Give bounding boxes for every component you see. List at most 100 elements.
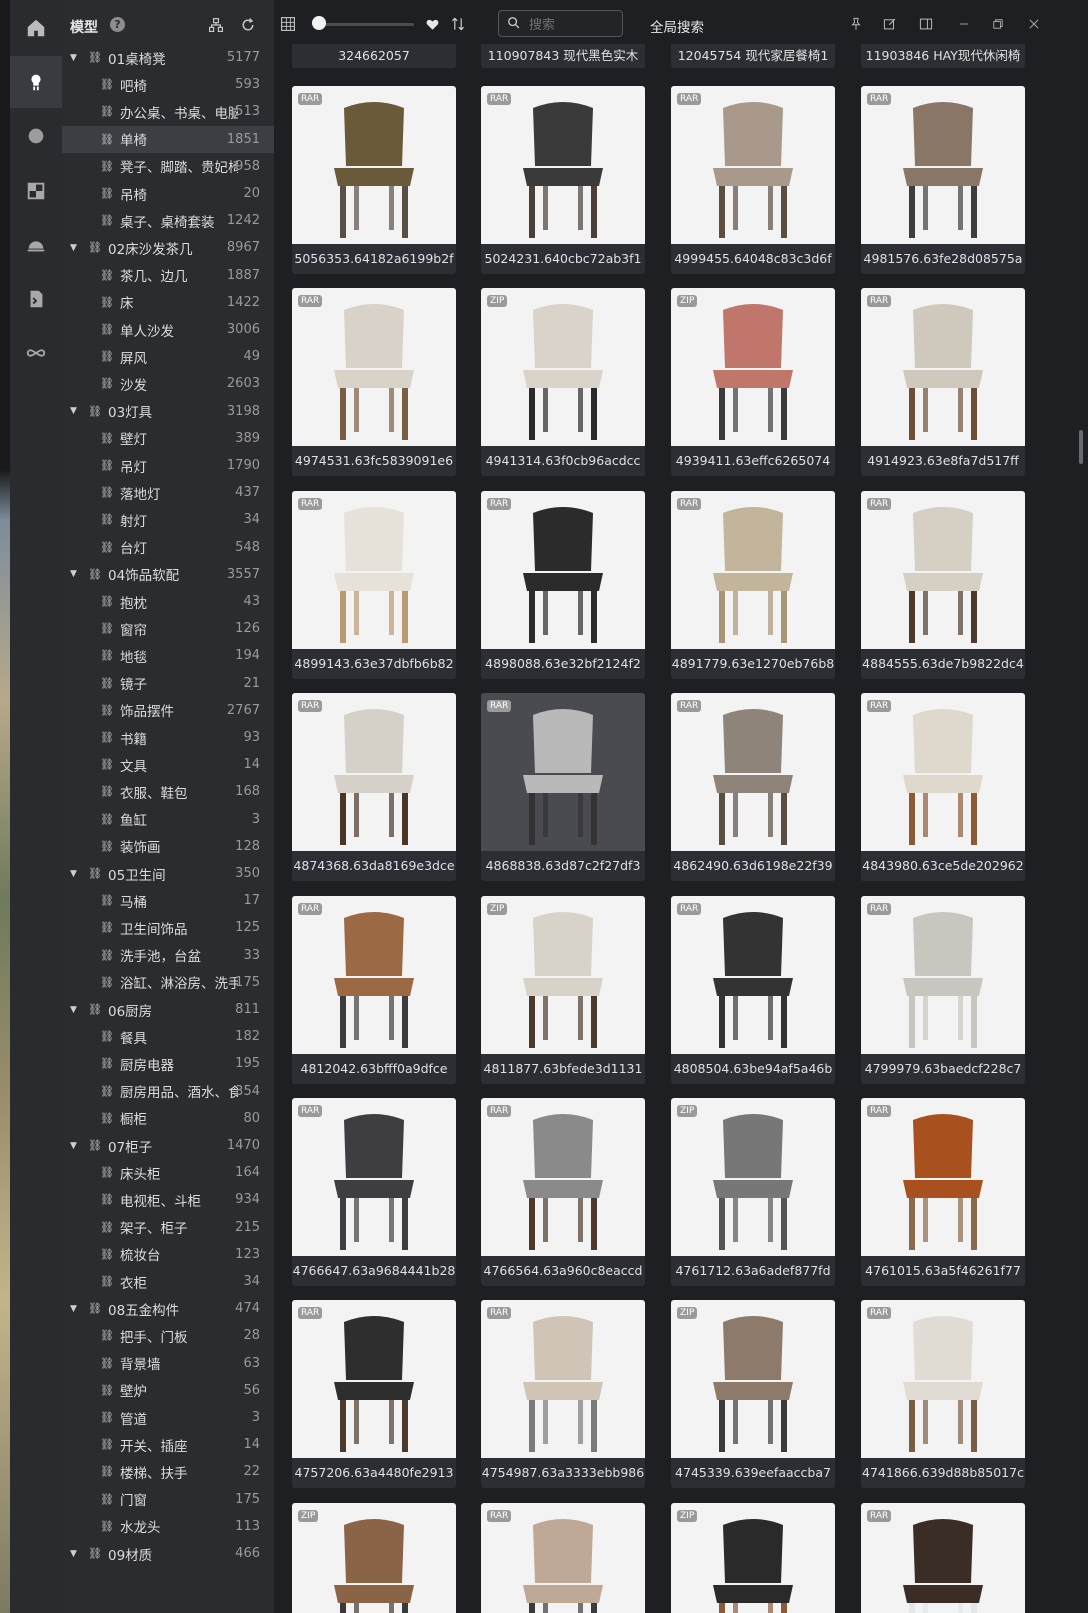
model-card[interactable]: RAR 4914923.63e8fa7d517ff — [861, 288, 1025, 477]
model-card[interactable]: ZIP — [292, 1502, 456, 1613]
model-thumbnail[interactable]: RAR — [481, 1098, 645, 1256]
scrollbar-thumb[interactable] — [1079, 430, 1083, 464]
model-card[interactable]: RAR 4799979.63baedcf228c7 — [861, 895, 1025, 1084]
model-thumbnail[interactable]: RAR — [481, 86, 645, 244]
model-thumbnail[interactable]: RAR — [292, 288, 456, 447]
tree-category[interactable]: ▼ ⛓ 08五金构件 474 — [62, 1295, 274, 1322]
model-card[interactable]: RAR 4761015.63a5f46261f77 — [861, 1098, 1025, 1286]
tree-category[interactable]: ▼ ⛓ 04饰品软配 3557 — [62, 561, 274, 588]
tree-subcategory[interactable]: ⛓ 单椅 1851 — [62, 125, 274, 153]
card-caption[interactable]: 12045754 现代家居餐椅1 — [671, 44, 835, 68]
tree-subcategory[interactable]: ⛓ 门窗 175 — [62, 1486, 274, 1513]
model-thumbnail[interactable]: RAR — [861, 693, 1025, 852]
model-card[interactable]: RAR 4843980.63ce5de202962 — [861, 693, 1025, 882]
tree-subcategory[interactable]: ⛓ 卫生间饰品 125 — [62, 914, 274, 941]
material-ball-icon[interactable] — [10, 110, 62, 162]
tree-subcategory[interactable]: ⛓ 梳妆台 123 — [62, 1241, 274, 1268]
tree-subcategory[interactable]: ⛓ 抱枕 43 — [62, 588, 274, 615]
chevron-down-icon[interactable]: ▼ — [70, 406, 77, 416]
tree-subcategory[interactable]: ⛓ 厨房电器 195 — [62, 1050, 274, 1077]
model-thumbnail[interactable]: ZIP — [481, 288, 645, 447]
maximize-icon[interactable] — [988, 14, 1008, 34]
tree-subcategory[interactable]: ⛓ 镜子 21 — [62, 670, 274, 697]
model-card[interactable]: ZIP 4939411.63effc6265074 — [671, 288, 835, 477]
model-thumbnail[interactable]: RAR — [671, 895, 835, 1054]
tree-subcategory[interactable]: ⛓ 桌子、桌椅套装 1242 — [62, 207, 274, 234]
tree-subcategory[interactable]: ⛓ 单人沙发 3006 — [62, 316, 274, 343]
chevron-down-icon[interactable]: ▼ — [70, 1141, 77, 1151]
model-card[interactable]: RAR 4884555.63de7b9822dc4 — [861, 490, 1025, 679]
home-icon[interactable] — [10, 2, 62, 54]
tree-subcategory[interactable]: ⛓ 电视柜、斗柜 934 — [62, 1186, 274, 1213]
model-card[interactable]: RAR 5024231.640cbc72ab3f1 — [481, 86, 645, 274]
tree-category[interactable]: ▼ ⛓ 07柜子 1470 — [62, 1132, 274, 1159]
model-thumbnail[interactable]: RAR — [861, 895, 1025, 1054]
model-thumbnail[interactable]: RAR — [861, 86, 1025, 244]
close-icon[interactable] — [1024, 14, 1044, 34]
model-thumbnail[interactable]: ZIP — [671, 1300, 835, 1459]
model-card[interactable]: RAR 4898088.63e32bf2124f2 — [481, 490, 645, 679]
infinity-icon[interactable] — [10, 327, 62, 379]
model-card[interactable]: RAR 4999455.64048c83c3d6f — [671, 86, 835, 274]
tree-subcategory[interactable]: ⛓ 地毯 194 — [62, 642, 274, 669]
tree-subcategory[interactable]: ⛓ 床 1422 — [62, 289, 274, 316]
tree-category[interactable]: ▼ ⛓ 03灯具 3198 — [62, 398, 274, 425]
chevron-down-icon[interactable]: ▼ — [70, 53, 77, 63]
tree-subcategory[interactable]: ⛓ 吊椅 20 — [62, 180, 274, 207]
tree-subcategory[interactable]: ⛓ 落地灯 437 — [62, 479, 274, 506]
chevron-down-icon[interactable]: ▼ — [70, 1304, 77, 1314]
model-card[interactable]: RAR 4862490.63d6198e22f39 — [671, 693, 835, 882]
model-thumbnail[interactable]: RAR — [292, 1300, 456, 1459]
tree-subcategory[interactable]: ⛓ 射灯 34 — [62, 506, 274, 533]
tree-subcategory[interactable]: ⛓ 壁灯 389 — [62, 425, 274, 452]
model-card[interactable]: RAR 5056353.64182a6199b2f — [292, 86, 456, 274]
model-thumbnail[interactable]: ZIP — [671, 1502, 835, 1613]
model-thumbnail[interactable]: ZIP — [481, 895, 645, 1054]
model-card[interactable]: RAR 4741866.639d88b85017c — [861, 1300, 1025, 1489]
model-card[interactable]: RAR 4899143.63e37dbfb6b82 — [292, 490, 456, 679]
tree-category[interactable]: ▼ ⛓ 01桌椅凳 5177 — [62, 44, 274, 71]
tree-subcategory[interactable]: ⛓ 屏风 49 — [62, 343, 274, 370]
tree-category[interactable]: ▼ ⛓ 09材质 466 — [62, 1540, 274, 1567]
script-icon[interactable] — [10, 273, 62, 325]
model-thumbnail[interactable]: RAR — [481, 1502, 645, 1613]
help-icon[interactable]: ? — [110, 17, 125, 32]
tree-subcategory[interactable]: ⛓ 台灯 548 — [62, 534, 274, 561]
tree-subcategory[interactable]: ⛓ 饰品摆件 2767 — [62, 697, 274, 724]
model-thumbnail[interactable]: RAR — [861, 490, 1025, 649]
tree-subcategory[interactable]: ⛓ 架子、柜子 215 — [62, 1214, 274, 1241]
model-thumbnail[interactable]: RAR — [292, 490, 456, 649]
model-thumbnail[interactable]: RAR — [481, 490, 645, 649]
model-thumbnail[interactable]: RAR — [861, 1300, 1025, 1459]
search-input[interactable] — [527, 15, 621, 35]
model-card[interactable]: RAR — [861, 1502, 1025, 1613]
hierarchy-icon[interactable] — [206, 15, 226, 35]
tree-subcategory[interactable]: ⛓ 吧椅 593 — [62, 71, 274, 98]
tree-subcategory[interactable]: ⛓ 办公桌、书桌、电脑桌513 — [62, 98, 274, 125]
tree-subcategory[interactable]: ⛓ 浴缸、淋浴房、洗手台175 — [62, 969, 274, 996]
card-caption[interactable]: 110907843 现代黑色实木 — [481, 44, 645, 68]
texture-icon[interactable] — [10, 165, 62, 217]
tree-subcategory[interactable]: ⛓ 沙发 2603 — [62, 370, 274, 397]
tree-category[interactable]: ▼ ⛓ 05卫生间 350 — [62, 860, 274, 887]
global-search-button[interactable]: 全局搜索 — [650, 16, 704, 36]
model-icon[interactable] — [10, 56, 62, 108]
slider-knob[interactable] — [312, 16, 326, 30]
tree-category[interactable]: ▼ ⛓ 06厨房 811 — [62, 996, 274, 1023]
model-thumbnail[interactable]: RAR — [481, 693, 645, 852]
tree-subcategory[interactable]: ⛓ 床头柜 164 — [62, 1159, 274, 1186]
grid-view-icon[interactable] — [278, 14, 298, 34]
tree-subcategory[interactable]: ⛓ 餐具 182 — [62, 1023, 274, 1050]
tree-subcategory[interactable]: ⛓ 洗手池，台盆 33 — [62, 942, 274, 969]
sort-icon[interactable] — [448, 14, 468, 34]
refresh-icon[interactable] — [238, 15, 258, 35]
tree-subcategory[interactable]: ⛓ 橱柜 80 — [62, 1105, 274, 1132]
tree-subcategory[interactable]: ⛓ 衣柜 34 — [62, 1268, 274, 1295]
panel-toggle-icon[interactable] — [916, 14, 936, 34]
model-thumbnail[interactable]: RAR — [671, 693, 835, 852]
model-thumbnail[interactable]: RAR — [292, 895, 456, 1054]
model-card[interactable]: ZIP 4811877.63bfede3d1131 — [481, 895, 645, 1084]
model-card[interactable]: RAR — [481, 1502, 645, 1613]
model-thumbnail[interactable]: RAR — [292, 1098, 456, 1256]
model-card[interactable]: RAR 4766647.63a9684441b28 — [292, 1098, 456, 1286]
